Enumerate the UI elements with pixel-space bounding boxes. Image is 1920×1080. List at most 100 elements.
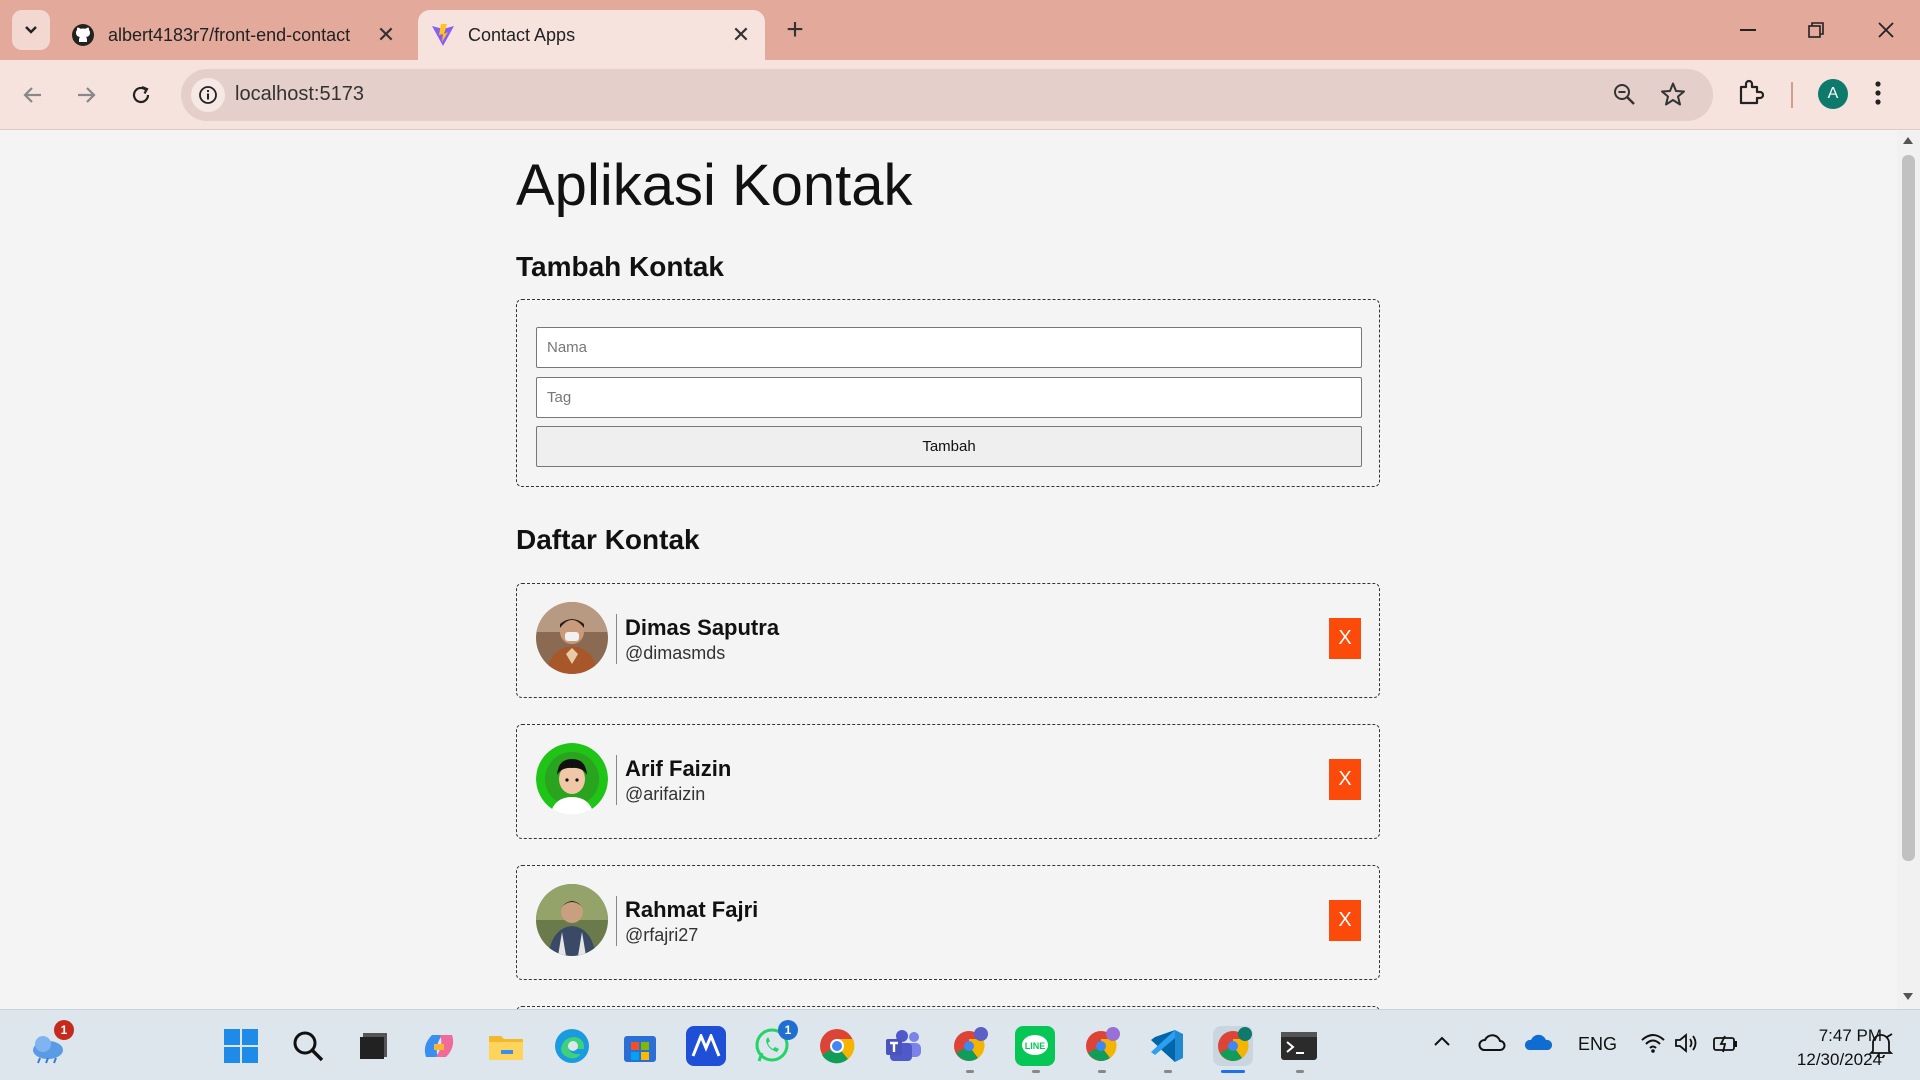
toolbar-separator [1791, 82, 1793, 108]
notification-bell-icon[interactable] [1868, 1032, 1894, 1063]
tab-title: albert4183r7/front-end-contact [108, 24, 351, 45]
weather-widget-icon[interactable]: 1 [28, 1020, 74, 1066]
bookmark-star-icon[interactable] [1660, 81, 1686, 112]
minimize-icon [1740, 29, 1756, 31]
minimize-button[interactable] [1720, 12, 1776, 48]
contact-avatar [536, 884, 608, 956]
site-info-icon[interactable] [191, 78, 225, 112]
zoom-icon[interactable] [1611, 81, 1637, 112]
contact-avatar [536, 743, 608, 815]
arrow-right-icon [78, 87, 96, 103]
name-input[interactable] [536, 327, 1362, 368]
profile-avatar[interactable]: A [1818, 79, 1848, 109]
contact-name: Rahmat Fajri [625, 897, 759, 922]
whatsapp-badge: 1 [778, 1020, 798, 1040]
running-indicator [966, 1070, 974, 1073]
running-indicator [1032, 1070, 1040, 1073]
tab-github[interactable]: albert4183r7/front-end-contact ✕ [60, 10, 410, 60]
contact-tag: @rfajri27 [625, 925, 699, 945]
svg-text:LINE: LINE [1025, 1041, 1046, 1051]
chevron-up-icon[interactable] [1432, 1034, 1452, 1053]
tag-input[interactable] [536, 377, 1362, 418]
scroll-up-arrow-icon[interactable] [1903, 137, 1913, 144]
running-indicator [1098, 1070, 1106, 1073]
browser-tab-strip: albert4183r7/front-end-contact ✕ Contact… [0, 0, 1920, 60]
close-icon[interactable]: ✕ [370, 22, 402, 48]
close-icon [1878, 22, 1894, 38]
scrollbar-thumb[interactable] [1902, 155, 1915, 861]
copilot-icon[interactable] [419, 1026, 459, 1066]
chrome-active-icon[interactable] [1213, 1026, 1253, 1066]
onedrive-icon[interactable] [1524, 1032, 1554, 1057]
restore-icon [1808, 22, 1824, 38]
add-contact-button[interactable]: Tambah [536, 426, 1362, 467]
volume-icon[interactable] [1674, 1032, 1700, 1059]
contact-avatar [536, 602, 608, 674]
forward-button[interactable] [67, 76, 105, 114]
tab-contact-apps[interactable]: Contact Apps ✕ [418, 10, 765, 60]
contact-name: Arif Faizin [625, 756, 732, 781]
tab-title: Contact Apps [468, 24, 576, 45]
delete-contact-button[interactable]: X [1329, 900, 1361, 941]
weather-badge: 1 [54, 1020, 74, 1040]
url-text[interactable]: localhost:5173 [235, 83, 364, 106]
more-menu-icon[interactable] [1874, 80, 1882, 111]
clock[interactable]: 7:47 PM 12/30/2024 [1752, 1024, 1882, 1072]
card-divider [616, 755, 617, 805]
cloud-outline-icon[interactable] [1478, 1032, 1506, 1057]
terminal-icon[interactable] [1279, 1026, 1319, 1066]
extensions-puzzle-icon[interactable] [1736, 78, 1765, 111]
teams-icon[interactable] [883, 1026, 923, 1066]
clock-time: 7:47 PM [1818, 1026, 1882, 1045]
chrome-profile-icon[interactable] [949, 1026, 989, 1066]
add-section-title: Tambah Kontak [516, 251, 724, 282]
battery-charging-icon[interactable] [1712, 1032, 1740, 1059]
microsoft-store-icon[interactable] [620, 1026, 660, 1066]
page-title: Aplikasi Kontak [516, 153, 913, 218]
list-section-title: Daftar Kontak [516, 524, 700, 555]
arrow-left-icon [23, 87, 41, 103]
contact-tag: @arifaizin [625, 784, 706, 804]
contact-card: Rahmat Fajri @rfajri27 X [516, 865, 1380, 980]
wifi-icon[interactable] [1640, 1032, 1666, 1059]
edge-icon[interactable] [552, 1026, 592, 1066]
scroll-down-arrow-icon[interactable] [1903, 993, 1913, 1000]
new-tab-button[interactable]: + [778, 14, 812, 48]
card-divider [616, 614, 617, 664]
card-divider [616, 896, 617, 946]
chrome-profile-2-icon[interactable] [1081, 1026, 1121, 1066]
page-scrollbar[interactable] [1897, 131, 1920, 1009]
reload-button[interactable] [122, 76, 160, 114]
page-viewport: Aplikasi Kontak Tambah Kontak Tambah Daf… [0, 131, 1897, 1009]
language-indicator[interactable]: ENG [1578, 1034, 1617, 1055]
add-contact-form: Tambah [516, 299, 1380, 487]
running-indicator [1164, 1070, 1172, 1073]
search-icon[interactable] [288, 1026, 328, 1066]
browser-toolbar: localhost:5173 A [0, 60, 1920, 130]
close-icon[interactable]: ✕ [725, 22, 757, 48]
contact-card: Arif Faizin @arifaizin X [516, 724, 1380, 839]
vite-icon [430, 22, 456, 48]
contact-name: Dimas Saputra [625, 615, 780, 640]
chevron-down-icon [25, 26, 37, 34]
close-window-button[interactable] [1858, 12, 1914, 48]
vscode-icon[interactable] [1147, 1026, 1187, 1066]
tab-search-button[interactable] [12, 10, 50, 50]
restore-button[interactable] [1788, 12, 1844, 48]
whatsapp-icon[interactable]: 1 [752, 1020, 798, 1066]
running-indicator [1296, 1070, 1304, 1073]
chrome-icon[interactable] [817, 1026, 857, 1066]
active-indicator [1221, 1070, 1245, 1073]
back-button[interactable] [14, 76, 52, 114]
delete-contact-button[interactable]: X [1329, 759, 1361, 800]
task-view-icon[interactable] [354, 1026, 394, 1066]
reload-icon [132, 85, 150, 104]
address-bar[interactable]: localhost:5173 [181, 69, 1713, 121]
line-icon[interactable]: LINE [1015, 1026, 1055, 1066]
contact-tag: @dimasmds [625, 643, 726, 663]
github-icon [70, 22, 96, 48]
start-windows-icon[interactable] [221, 1026, 261, 1066]
file-explorer-icon[interactable] [486, 1026, 526, 1066]
delete-contact-button[interactable]: X [1329, 618, 1361, 659]
mathway-app-icon[interactable] [686, 1026, 726, 1066]
